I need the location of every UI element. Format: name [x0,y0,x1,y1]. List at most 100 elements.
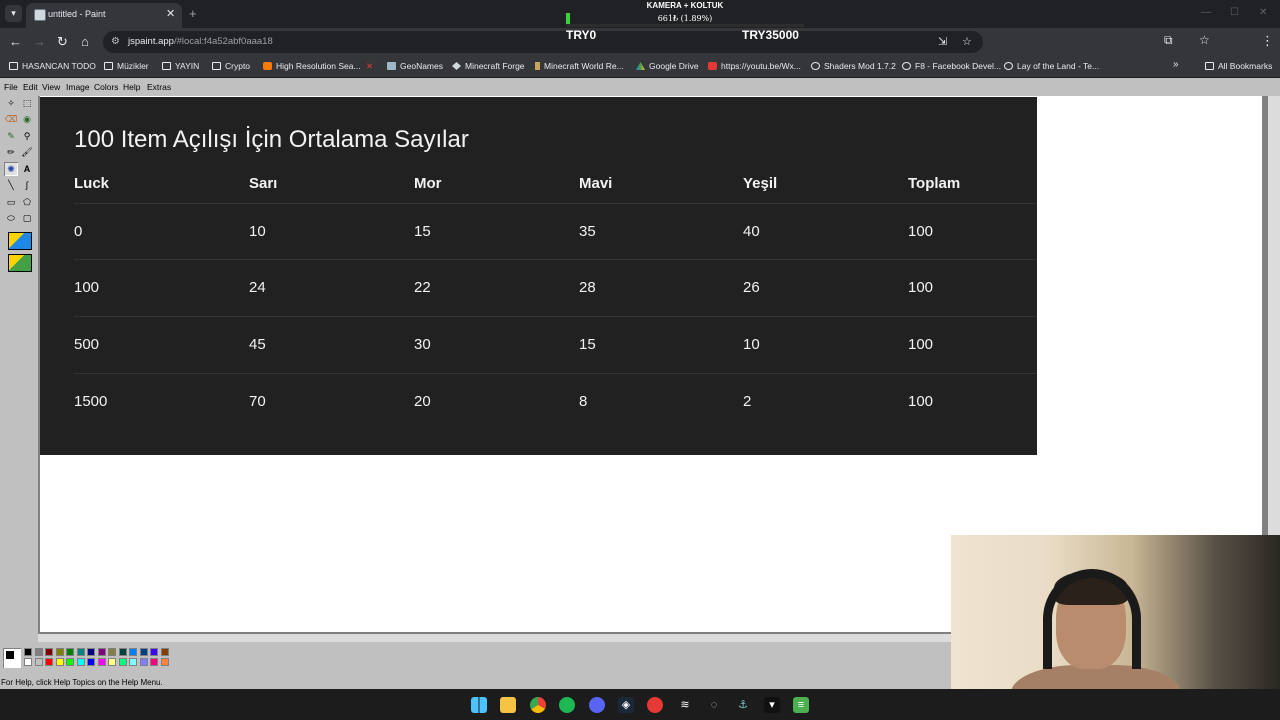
palette-swatch[interactable] [139,658,148,666]
close-window-icon[interactable]: ✕ [1259,7,1267,18]
text-tool-icon[interactable]: A [20,162,34,176]
notepad-icon[interactable]: ≡ [793,697,809,713]
more-bookmarks-button[interactable]: » [1173,59,1179,70]
opaque-option-icon[interactable] [8,254,32,272]
bookmark-item[interactable]: Crypto [212,61,250,71]
menu-view[interactable]: View [42,82,60,92]
palette-swatch[interactable] [118,648,127,656]
maximize-icon[interactable]: ☐ [1230,7,1239,18]
palette-swatch[interactable] [129,658,137,666]
minimize-icon[interactable]: — [1201,7,1211,18]
palette-swatch[interactable] [160,658,169,666]
eraser-icon[interactable]: ⌫ [4,112,18,126]
line-icon[interactable]: ╲ [4,178,18,192]
bookmark-item[interactable]: Minecraft Forge [452,61,525,71]
spotify-icon[interactable] [559,697,575,713]
app-circle-icon[interactable]: ◌ [706,697,722,713]
bookmark-item[interactable]: Shaders Mod 1.7.2 [811,61,896,71]
palette-swatch[interactable] [150,648,158,656]
rounded-rect-icon[interactable]: ▢ [20,211,34,225]
ellipse-icon[interactable]: ⬭ [4,211,18,225]
tab-search-button[interactable]: ▾ [5,5,22,22]
site-info-icon[interactable]: ⚙ [111,36,120,47]
menu-extras[interactable]: Extras [147,82,171,92]
palette-swatch[interactable] [66,648,74,656]
palette-swatch[interactable] [34,658,43,666]
palette-swatch[interactable] [97,648,106,656]
palette-swatch[interactable] [55,648,64,656]
bookmark-item[interactable]: YAYIN [162,61,199,71]
polygon-icon[interactable]: ⬠ [20,195,34,209]
reload-icon[interactable]: ↻ [57,34,68,50]
palette-swatch[interactable] [108,658,116,666]
app-zigzag-icon[interactable]: ≋ [677,697,693,713]
palette-swatch[interactable] [160,648,169,656]
menu-edit[interactable]: Edit [23,82,38,92]
reading-list-icon[interactable]: ☆ [1199,33,1210,47]
bookmark-item[interactable]: GeoNames [387,61,443,71]
all-bookmarks-button[interactable]: All Bookmarks [1205,61,1272,71]
extensions-puzzle-icon[interactable]: ⧉ [1164,33,1173,48]
discord-icon[interactable] [589,697,605,713]
color-picker-icon[interactable]: ✎ [4,129,18,143]
palette-swatch[interactable] [139,648,148,656]
address-bar[interactable]: ⚙ jspaint.app/#local:f4a52abf0aaa18 ⇲ ☆ [103,31,983,53]
free-select-icon[interactable]: ✧ [4,96,18,110]
bookmark-item[interactable]: Lay of the Land - Te... [1004,61,1099,71]
palette-swatch[interactable] [150,658,158,666]
bookmark-item[interactable]: High Resolution Sea... [263,61,361,71]
curve-icon[interactable]: ∫ [20,178,34,192]
bookmark-item[interactable]: F8 - Facebook Devel... [902,61,1001,71]
palette-swatch[interactable] [76,658,85,666]
forward-icon[interactable]: → [33,34,46,49]
bookmark-item[interactable]: HASANCAN TODO [9,61,96,71]
palette-swatch[interactable] [45,658,53,666]
rectangle-icon[interactable]: ▭ [4,195,18,209]
pencil-icon[interactable]: ✏ [4,145,18,159]
bookmark-item[interactable]: ✕ [366,61,373,72]
app-red-icon[interactable] [647,697,663,713]
bookmark-item[interactable]: Minecraft World Re... [535,61,624,71]
menu-help[interactable]: Help [123,82,140,92]
palette-swatch[interactable] [129,648,137,656]
palette-swatch[interactable] [55,658,64,666]
palette-swatch[interactable] [24,648,32,656]
palette-swatch[interactable] [108,648,116,656]
bookmark-star-icon[interactable]: ☆ [962,35,972,48]
palette-swatch[interactable] [87,648,95,656]
fill-icon[interactable]: ◉ [20,112,34,126]
bookmark-item[interactable]: Müzikler [104,61,149,71]
windows-start-icon[interactable] [471,697,487,713]
rect-select-icon[interactable]: ⬚ [20,96,34,110]
bookmark-item[interactable]: https://youtu.be/Wx... [708,61,801,71]
magnifier-icon[interactable]: ⚲ [20,129,34,143]
menu-colors[interactable]: Colors [94,82,119,92]
steam-icon[interactable]: ◈ [618,697,634,713]
browser-tab[interactable]: untitled - Paint ✕ [26,3,182,28]
palette-swatch[interactable] [34,648,43,656]
brush-icon[interactable]: 🖌 [20,145,34,159]
chrome-icon[interactable] [530,697,546,713]
app-hook-icon[interactable]: ⚓ [735,697,751,713]
bookmark-item[interactable]: Google Drive [636,61,699,71]
palette-swatch[interactable] [66,658,74,666]
file-explorer-icon[interactable] [500,697,516,713]
home-icon[interactable]: ⌂ [81,34,89,49]
palette-swatch[interactable] [24,658,32,666]
browser-menu-icon[interactable]: ⋮ [1261,33,1274,49]
palette-swatch[interactable] [97,658,106,666]
new-tab-button[interactable]: + [189,6,197,21]
app-dark-icon[interactable]: ▾ [764,697,780,713]
tab-close-icon[interactable]: ✕ [166,7,175,20]
install-app-icon[interactable]: ⇲ [938,35,947,48]
menu-file[interactable]: File [4,82,18,92]
pasted-table-image[interactable]: 100 Item Açılışı İçin Ortalama Sayılar L… [40,97,1037,455]
palette-swatch[interactable] [76,648,85,656]
menu-image[interactable]: Image [66,82,90,92]
palette-swatch[interactable] [45,648,53,656]
transparent-option-icon[interactable] [8,232,32,250]
palette-swatch[interactable] [118,658,127,666]
current-colors[interactable] [3,648,21,668]
airbrush-icon[interactable]: ✺ [4,162,18,176]
back-icon[interactable]: ← [9,34,22,49]
